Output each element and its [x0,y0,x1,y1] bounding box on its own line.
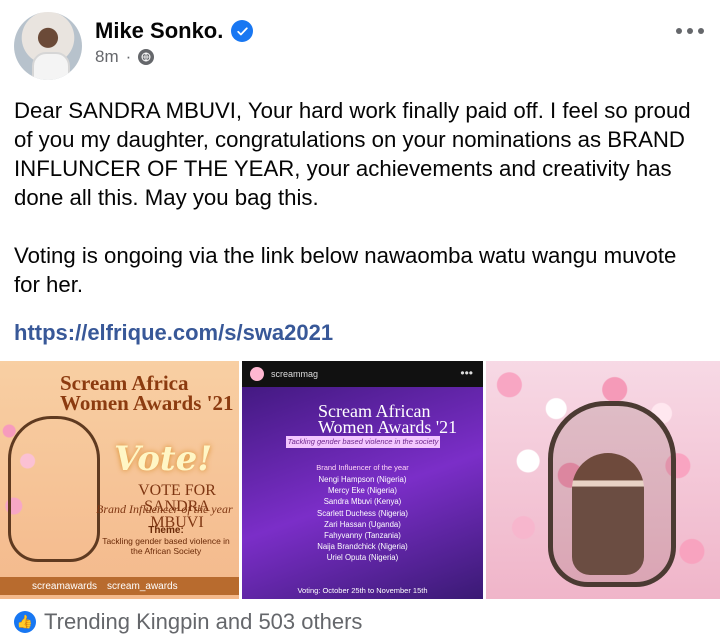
reaction-count[interactable]: Trending Kingpin and 503 others [44,609,362,635]
post-header: Mike Sonko. 8m · [0,0,720,90]
theme-text: Tackling gender based violence in the Af… [102,536,230,556]
woman-figure-graphic [572,453,644,575]
woman-figure-graphic [4,421,78,571]
author-name[interactable]: Mike Sonko. [95,18,223,44]
post-time[interactable]: 8m [95,47,119,67]
nominee-item: Scarlett Duchess (Nigeria) [317,508,408,518]
more-dot [676,28,682,34]
nominee-item: Mercy Eke (Nigeria) [328,486,397,496]
vote-graphic-text: Vote! [114,439,213,479]
reactions-bar: 👍 Trending Kingpin and 503 others [0,603,720,640]
nominee-item: Naija Brandchick (Nigeria) [317,542,408,552]
social-bar: screamawards scream_awards [0,577,239,595]
globe-icon [138,49,155,65]
award-category: Brand Influencer of the year [96,502,233,516]
poster-title-2: Women Awards '21 [60,391,234,415]
instagram-header: screammag ••• [242,361,483,387]
nominee-item: Fahyvanny (Tanzania) [324,531,401,541]
avatar[interactable] [14,12,82,80]
account-avatar [250,367,264,381]
post-paragraph: Voting is ongoing via the link below naw… [14,243,677,297]
more-dot [698,28,704,34]
nominee-item: Uriel Oputa (Nigeria) [326,553,399,563]
more-options-icon[interactable] [676,28,704,34]
nominee-list-photo[interactable]: screammag ••• Scream African Women Award… [242,361,483,599]
nominee-item: Nengi Hampson (Nigeria) [318,475,407,484]
nominee-item: Zari Hassan (Uganda) [324,519,401,529]
author-row: Mike Sonko. [95,18,254,44]
vote-link[interactable]: https://elfrique.com/s/swa2021 [14,320,333,346]
vote-for-label: VOTE FOR [138,482,216,499]
theme-label: Theme: [148,525,184,536]
nominee-item: Sandra Mbuvi (Kenya) [323,497,402,507]
more-dot [687,28,693,34]
nominee-title-2: Women Awards '21 [318,417,458,437]
post-text: Dear SANDRA MBUVI, Your hard work finall… [14,96,704,299]
post-meta: 8m · [95,47,155,67]
meta-separator: · [125,47,132,66]
post-paragraph: Dear SANDRA MBUVI, Your hard work finall… [14,98,691,210]
photo-more-icon: ••• [460,366,473,380]
like-icon[interactable]: 👍 [14,610,36,633]
nominee-category: Brand Influencer of the year [316,463,409,472]
portrait-photo[interactable] [486,361,720,599]
verified-check-icon [231,20,254,42]
award-theme: Theme: Tackling gender based violence in… [100,525,232,557]
nominee-list: Nengi Hampson (Nigeria) Mercy Eke (Niger… [242,474,483,564]
account-name: screammag [271,369,319,379]
social-handle: screamawards [32,580,98,592]
award-poster-photo[interactable]: Scream Africa Women Awards '21 Vote! VOT… [0,361,239,599]
photo-grid: Scream Africa Women Awards '21 Vote! VOT… [0,361,720,599]
nominee-tagline: Tackling gender based violence in the so… [286,436,440,448]
social-handle: scream_awards [107,580,178,592]
voting-dates: Voting: October 25th to November 15th [297,586,428,595]
